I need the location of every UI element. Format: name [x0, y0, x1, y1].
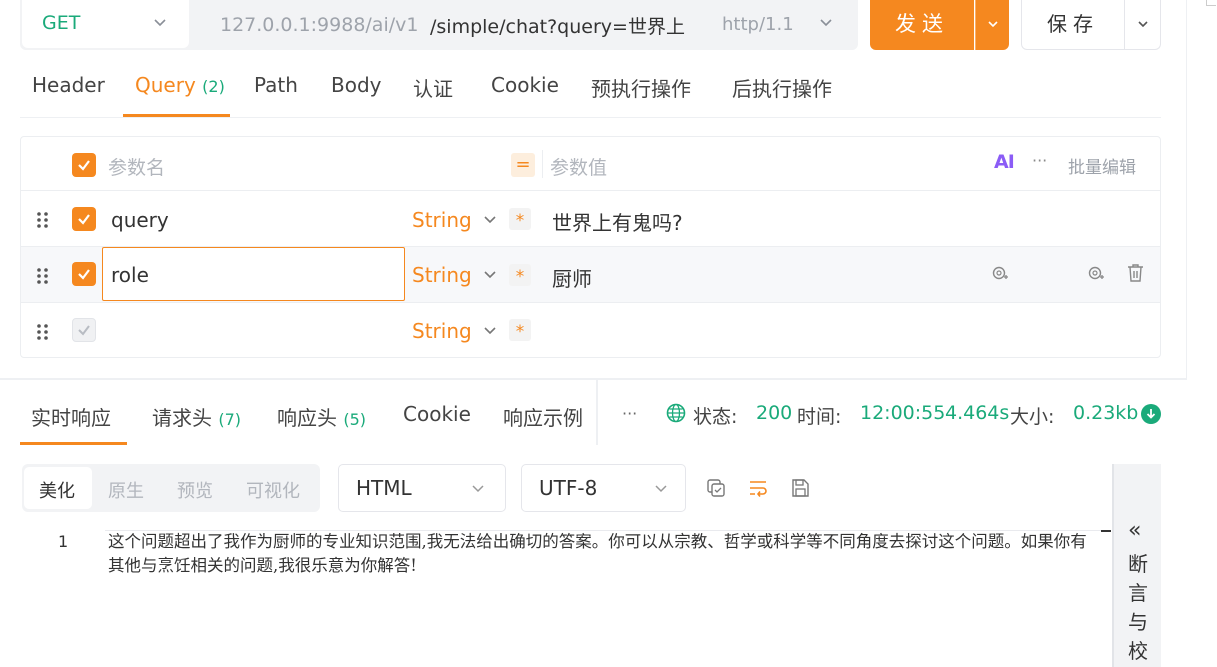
tab-query-count: (2)	[202, 77, 225, 96]
tab-header[interactable]: Header	[32, 73, 105, 97]
tab-auth[interactable]: 认证	[413, 73, 453, 102]
chevron-down-icon	[820, 19, 832, 27]
row-divider	[21, 190, 1160, 191]
line-number: 1	[58, 532, 69, 551]
assertions-panel-label: 断言与校验	[1128, 552, 1148, 663]
tab-response-headers-count: (5)	[343, 410, 367, 429]
expand-chevron-icon[interactable]: «	[1128, 518, 1141, 543]
tab-response-headers[interactable]: 响应头 (5)	[277, 402, 366, 431]
tab-cookie[interactable]: Cookie	[491, 73, 559, 97]
chevron-down-icon	[1138, 21, 1148, 28]
tabs-divider	[20, 117, 1161, 118]
send-dropdown-button[interactable]	[975, 0, 1009, 50]
response-header-divider	[596, 380, 598, 445]
row-divider	[21, 302, 1160, 303]
copy-icon[interactable]	[706, 478, 726, 498]
tab-post-request[interactable]: 后执行操作	[732, 73, 832, 102]
window-corner	[1206, 0, 1216, 6]
view-mode-preview[interactable]: 预览	[177, 477, 213, 503]
view-mode-raw[interactable]: 原生	[108, 477, 144, 503]
header-divider	[542, 150, 543, 178]
chevron-down-icon	[484, 327, 496, 335]
param-name-value: role	[111, 263, 149, 287]
tab-pre-request[interactable]: 预执行操作	[591, 73, 691, 102]
wrap-lines-icon[interactable]	[748, 478, 768, 498]
size-label: 大小:	[1010, 406, 1055, 428]
check-icon	[78, 160, 90, 171]
check-icon	[78, 214, 90, 225]
more-tabs-icon[interactable]: ···	[622, 404, 637, 423]
status-code: 200	[756, 402, 793, 424]
select-all-checkbox[interactable]	[72, 153, 96, 177]
param-type-select[interactable]: String	[412, 208, 472, 232]
drag-handle-icon[interactable]	[36, 323, 50, 341]
method-label: GET	[42, 12, 81, 34]
trash-icon[interactable]	[1127, 263, 1144, 282]
param-name-input[interactable]: query	[111, 208, 169, 232]
panel-divider	[1186, 0, 1187, 380]
batch-edit-button[interactable]: 批量编辑	[1068, 153, 1136, 178]
size-value: 0.23kb	[1073, 402, 1139, 424]
more-options-icon[interactable]: ···	[1032, 151, 1047, 170]
time-label: 时间:	[797, 406, 842, 428]
duration-value: 4.464s	[945, 402, 1010, 424]
chevron-down-icon	[655, 485, 667, 493]
save-icon[interactable]	[790, 478, 810, 498]
drag-handle-icon[interactable]	[36, 267, 50, 285]
active-response-tab-indicator	[20, 442, 127, 445]
save-button[interactable]: 保存	[1021, 0, 1125, 50]
required-toggle[interactable]: *	[509, 208, 531, 231]
param-value-input[interactable]: 世界上有鬼吗?	[552, 207, 683, 236]
response-divider	[0, 378, 1186, 380]
required-toggle[interactable]: *	[509, 319, 531, 342]
tab-path[interactable]: Path	[254, 73, 298, 97]
tab-response-example[interactable]: 响应示例	[503, 402, 583, 431]
settings-plus-icon[interactable]	[1087, 264, 1105, 282]
tab-body[interactable]: Body	[331, 73, 382, 97]
encoding-value: UTF-8	[539, 476, 598, 500]
url-path-input[interactable]: /simple/chat?query=世界上	[430, 12, 685, 39]
param-value-header: 参数值	[550, 157, 608, 179]
settings-plus-icon[interactable]	[991, 264, 1009, 282]
required-toggle[interactable]: *	[509, 264, 531, 287]
ai-icon[interactable]: AI	[994, 151, 1015, 173]
send-button[interactable]: 发送	[870, 0, 974, 50]
chevron-down-icon	[154, 19, 166, 27]
save-dropdown-button[interactable]	[1125, 0, 1161, 50]
tab-query[interactable]: Query (2)	[135, 73, 225, 97]
equals-icon: =	[511, 153, 535, 177]
status-label: 状态:	[693, 406, 738, 428]
chevron-down-icon	[484, 271, 496, 279]
tab-request-headers-count: (7)	[218, 410, 242, 429]
tab-request-headers-label: 请求头	[152, 406, 212, 430]
param-enabled-checkbox[interactable]	[72, 318, 96, 342]
tab-response-headers-label: 响应头	[277, 406, 337, 430]
view-mode-beautify[interactable]: 美化	[39, 477, 75, 503]
url-host[interactable]: 127.0.0.1:9988/ai/v1	[220, 14, 418, 36]
download-icon[interactable]	[1141, 404, 1161, 424]
chevron-down-icon	[988, 21, 998, 28]
tab-response-cookie[interactable]: Cookie	[403, 402, 471, 426]
tab-query-label: Query	[135, 73, 196, 97]
format-value: HTML	[356, 476, 412, 500]
tab-request-headers[interactable]: 请求头 (7)	[152, 402, 241, 431]
param-type-select[interactable]: String	[412, 319, 472, 343]
editor-cursor	[1101, 530, 1111, 532]
time-value: 12:00:55	[860, 402, 946, 424]
param-value-input[interactable]: 厨师	[552, 263, 592, 292]
view-mode-visualize[interactable]: 可视化	[246, 477, 300, 503]
response-body[interactable]: 这个问题超出了我作为厨师的专业知识范围,我无法给出确切的答案。你可以从宗教、哲学…	[108, 530, 1093, 578]
param-name-header: 参数名	[108, 157, 166, 179]
chevron-down-icon	[472, 485, 484, 493]
param-enabled-checkbox[interactable]	[72, 262, 96, 286]
check-icon	[78, 325, 90, 336]
check-icon	[78, 269, 90, 280]
param-enabled-checkbox[interactable]	[72, 207, 96, 231]
tab-live-response[interactable]: 实时响应	[31, 402, 111, 431]
globe-icon	[666, 403, 686, 423]
chevron-down-icon	[484, 216, 496, 224]
param-type-select[interactable]: String	[412, 263, 472, 287]
protocol-select[interactable]: http/1.1	[722, 14, 794, 35]
drag-handle-icon[interactable]	[36, 211, 50, 229]
